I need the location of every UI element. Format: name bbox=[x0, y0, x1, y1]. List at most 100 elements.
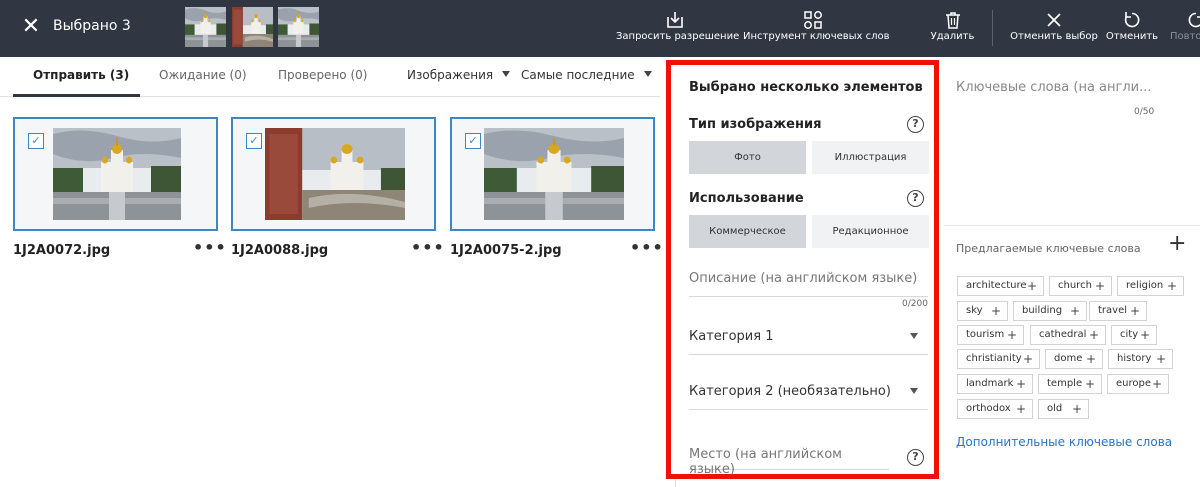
top-toolbar: ✕ Выбрано 3 Запросить разрешение Инструм… bbox=[0, 0, 1200, 57]
category1-select[interactable]: Категория 1 bbox=[689, 329, 928, 355]
keyword-chip[interactable]: travel + bbox=[1089, 301, 1147, 321]
plus-icon: + bbox=[1069, 304, 1080, 318]
keyword-chip[interactable]: temple + bbox=[1038, 374, 1102, 394]
selected-thumbnail[interactable] bbox=[185, 7, 226, 47]
tab-reviewed[interactable]: Проверено (0) bbox=[278, 68, 367, 82]
tab-pending[interactable]: Ожидание (0) bbox=[159, 68, 247, 82]
batch-edit-panel: Выбрано несколько элементов Тип изображе… bbox=[666, 60, 939, 479]
deselect-label: Отменить выбор bbox=[1010, 31, 1098, 42]
category2-select[interactable]: Категория 2 (необязательно) bbox=[689, 384, 928, 410]
plus-icon: + bbox=[1151, 377, 1162, 391]
usage-editorial-button[interactable]: Редакционное bbox=[812, 215, 929, 248]
keyword-chip[interactable]: europe + bbox=[1107, 374, 1169, 394]
image-card[interactable]: ✓ bbox=[231, 117, 436, 231]
usage-commercial-button[interactable]: Коммерческое bbox=[689, 215, 806, 248]
selected-thumbnail[interactable] bbox=[278, 7, 319, 47]
redo-icon bbox=[1188, 12, 1200, 28]
plus-icon: + bbox=[1026, 279, 1037, 293]
keyword-label: church bbox=[1058, 280, 1092, 291]
delete-button[interactable]: Удалить bbox=[925, 0, 980, 57]
plus-icon: + bbox=[1085, 352, 1096, 366]
keywords-panel: Ключевые слова (на англи... 0/50 Предлаг… bbox=[944, 57, 1200, 487]
add-all-plus-icon[interactable]: + bbox=[1168, 233, 1186, 255]
shapes-icon bbox=[804, 11, 822, 29]
keyword-label: city bbox=[1120, 329, 1139, 340]
checkbox-checked-icon[interactable]: ✓ bbox=[465, 133, 481, 149]
redo-label: Повто bbox=[1170, 31, 1200, 42]
caret-down-icon bbox=[502, 71, 511, 77]
keyword-chip[interactable]: old + bbox=[1038, 399, 1089, 419]
sort-dropdown[interactable]: Самые последние bbox=[521, 68, 652, 82]
keyword-label: religion bbox=[1126, 280, 1164, 291]
keyword-chip[interactable]: dome + bbox=[1045, 349, 1103, 369]
close-icon[interactable]: ✕ bbox=[20, 14, 42, 40]
more-options-icon[interactable]: ••• bbox=[193, 238, 227, 257]
plus-icon: + bbox=[1015, 377, 1026, 391]
file-name: 1J2A0088.jpg bbox=[231, 243, 329, 258]
help-icon[interactable]: ? bbox=[907, 190, 924, 207]
type-filter-dropdown[interactable]: Изображения bbox=[407, 68, 511, 82]
keyword-chip[interactable]: orthodox + bbox=[957, 399, 1033, 419]
more-keywords-link[interactable]: Дополнительные ключевые слова bbox=[956, 435, 1172, 449]
checkbox-checked-icon[interactable]: ✓ bbox=[28, 133, 44, 149]
keyword-label: tourism bbox=[966, 329, 1005, 340]
image-type-photo-button[interactable]: Фото bbox=[689, 141, 806, 174]
keyword-chip[interactable]: tourism + bbox=[957, 325, 1024, 345]
keyword-label: christianity bbox=[966, 353, 1022, 364]
keyword-label: landmark bbox=[966, 378, 1014, 389]
more-options-icon[interactable]: ••• bbox=[630, 238, 664, 257]
keyword-chip[interactable]: architecture + bbox=[957, 276, 1044, 296]
keyword-chip[interactable]: cathedral + bbox=[1030, 325, 1106, 345]
more-options-icon[interactable]: ••• bbox=[411, 238, 445, 257]
image-thumbnail bbox=[484, 128, 624, 220]
checkbox-checked-icon[interactable]: ✓ bbox=[246, 133, 262, 149]
keyword-label: travel bbox=[1098, 305, 1128, 316]
selected-thumbnail[interactable] bbox=[232, 7, 273, 47]
keyword-chip[interactable]: city + bbox=[1111, 325, 1157, 345]
undo-label: Отменить bbox=[1105, 31, 1159, 42]
keyword-chip[interactable]: history + bbox=[1108, 349, 1173, 369]
keyword-label: cathedral bbox=[1039, 329, 1087, 340]
request-permission-button[interactable]: Запросить разрешение bbox=[616, 0, 739, 57]
plus-icon: + bbox=[1084, 377, 1095, 391]
image-card[interactable]: ✓ bbox=[450, 117, 655, 231]
keyword-chip[interactable]: church + bbox=[1049, 276, 1112, 296]
image-card[interactable]: ✓ bbox=[13, 117, 218, 231]
keyword-chip[interactable]: christianity + bbox=[957, 349, 1040, 369]
image-thumbnail bbox=[265, 128, 405, 220]
keyword-label: building bbox=[1022, 305, 1063, 316]
toolbar-divider bbox=[992, 10, 993, 46]
keyword-tool-label: Инструмент ключевых слов bbox=[743, 31, 890, 42]
keyword-label: old bbox=[1047, 403, 1063, 414]
deselect-button[interactable]: Отменить выбор bbox=[1010, 0, 1098, 57]
delete-label: Удалить bbox=[930, 31, 975, 42]
keyword-tool-button[interactable]: Инструмент ключевых слов bbox=[743, 0, 890, 57]
tab-submit[interactable]: Отправить (3) bbox=[33, 68, 129, 82]
plus-icon: + bbox=[1071, 402, 1082, 416]
keyword-chip[interactable]: landmark + bbox=[957, 374, 1033, 394]
plus-icon: + bbox=[1015, 402, 1026, 416]
undo-button[interactable]: Отменить bbox=[1104, 0, 1160, 57]
keyword-label: architecture bbox=[966, 280, 1027, 291]
image-type-illustration-button[interactable]: Иллюстрация bbox=[812, 141, 929, 174]
keywords-counter: 0/50 bbox=[1134, 107, 1155, 117]
plus-icon: + bbox=[1155, 352, 1166, 366]
file-name: 1J2A0075-2.jpg bbox=[450, 243, 562, 258]
category1-label: Категория 1 bbox=[689, 329, 774, 344]
description-input[interactable]: Описание (на английском языке) bbox=[689, 271, 928, 297]
status-tabs: Отправить (3) Ожидание (0) Проверено (0)… bbox=[0, 57, 660, 97]
keyword-chip[interactable]: sky + bbox=[957, 301, 1008, 321]
plus-icon: + bbox=[1166, 279, 1177, 293]
plus-icon: + bbox=[1006, 328, 1017, 342]
keywords-input[interactable]: Ключевые слова (на англи... bbox=[956, 80, 1152, 95]
redo-button[interactable]: Повто bbox=[1166, 0, 1200, 57]
plus-icon: + bbox=[990, 304, 1001, 318]
file-name: 1J2A0072.jpg bbox=[13, 243, 111, 258]
help-icon[interactable]: ? bbox=[907, 449, 924, 466]
keyword-chip[interactable]: religion + bbox=[1117, 276, 1184, 296]
caret-down-icon bbox=[910, 333, 918, 339]
keyword-label: orthodox bbox=[966, 403, 1011, 414]
keyword-chip[interactable]: building + bbox=[1013, 301, 1087, 321]
help-icon[interactable]: ? bbox=[907, 116, 924, 133]
location-input[interactable]: Место (на английском языке) bbox=[689, 447, 889, 477]
